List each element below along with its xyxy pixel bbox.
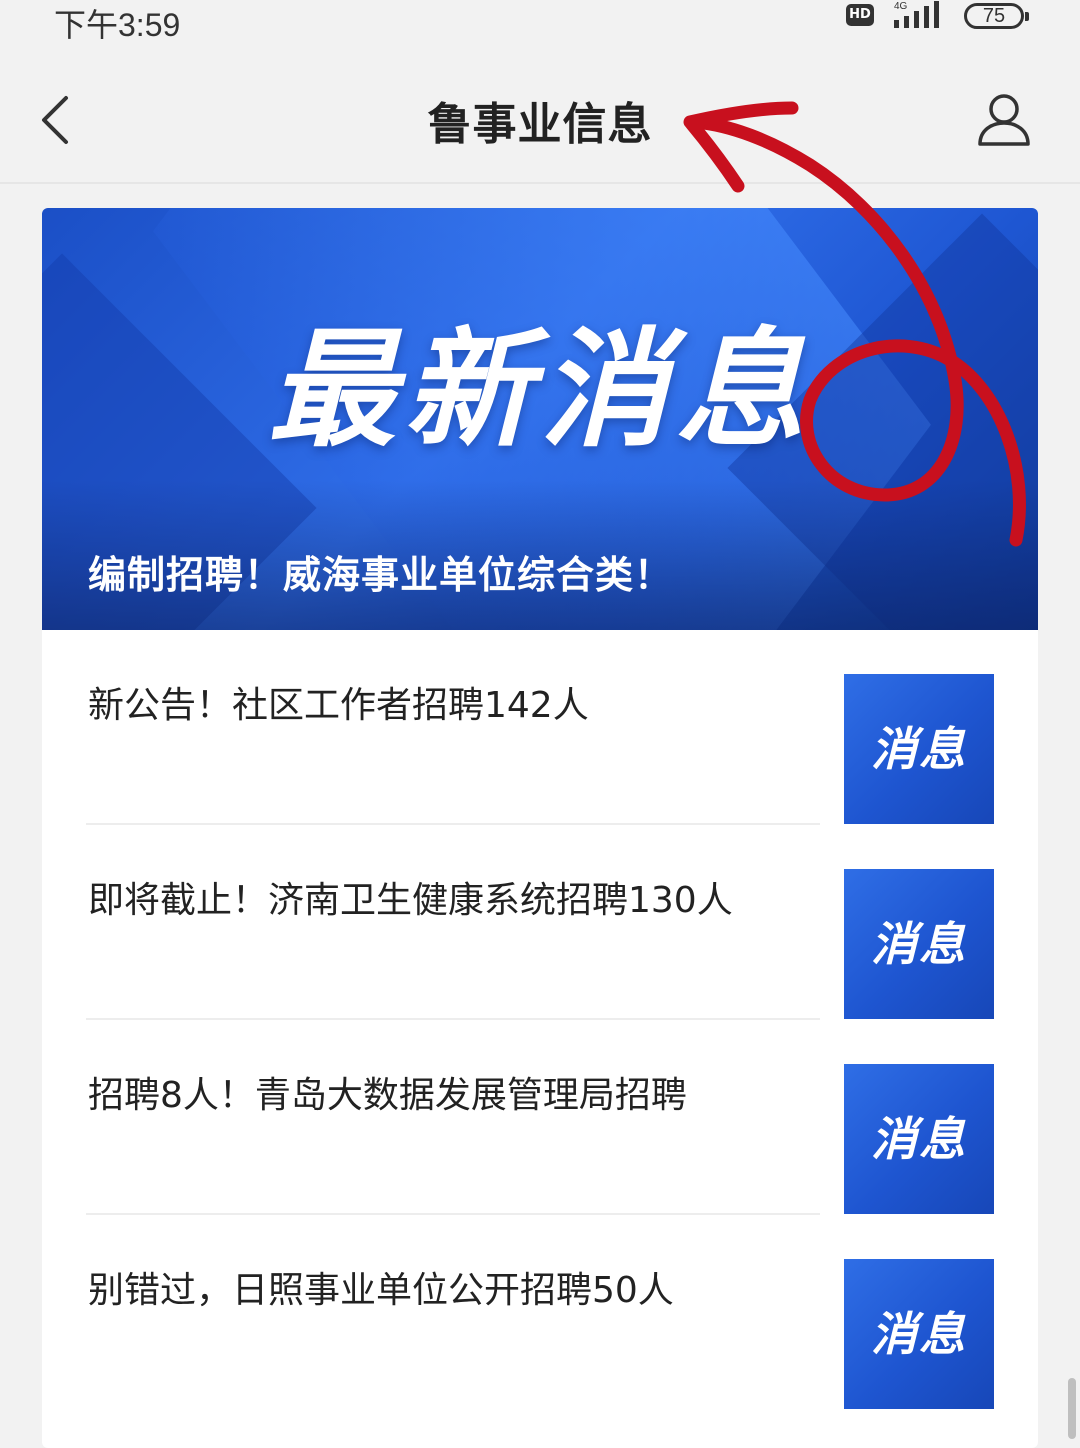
article-thumbnail: 消息	[844, 1064, 994, 1214]
content-card: 最新消息 编制招聘！威海事业单位综合类！ 新公告！社区工作者招聘142人 消息 …	[42, 208, 1038, 1448]
banner-caption: 编制招聘！威海事业单位综合类！	[88, 553, 674, 597]
featured-banner[interactable]: 最新消息 编制招聘！威海事业单位综合类！	[42, 208, 1038, 630]
article-thumbnail: 消息	[844, 1259, 994, 1409]
list-item[interactable]: 新公告！社区工作者招聘142人 消息	[42, 630, 1038, 825]
list-item[interactable]: 招聘8人！青岛大数据发展管理局招聘 消息	[42, 1020, 1038, 1215]
status-bar: 下午3:59 HD 4G 75	[0, 0, 1080, 46]
article-thumbnail: 消息	[844, 674, 994, 824]
nav-bar: 鲁事业信息	[0, 60, 1080, 184]
status-time: 下午3:59	[54, 7, 181, 43]
scrollbar[interactable]	[1068, 1378, 1076, 1439]
hd-icon: HD	[846, 4, 874, 26]
article-title: 招聘8人！青岛大数据发展管理局招聘	[88, 1075, 687, 1116]
article-title: 新公告！社区工作者招聘142人	[88, 685, 589, 726]
list-item[interactable]: 即将截止！济南卫生健康系统招聘130人 消息	[42, 825, 1038, 1020]
user-profile-icon[interactable]	[974, 90, 1034, 150]
network-label: 4G	[894, 1, 908, 12]
page-title: 鲁事业信息	[427, 99, 653, 150]
list-item[interactable]: 别错过，日照事业单位公开招聘50人 消息	[42, 1215, 1038, 1410]
article-title: 别错过，日照事业单位公开招聘50人	[88, 1270, 674, 1311]
banner-heading: 最新消息	[267, 316, 812, 465]
battery-icon: 75	[964, 3, 1029, 29]
article-thumbnail: 消息	[844, 869, 994, 1019]
signal-icon: 4G	[894, 1, 939, 28]
article-title: 即将截止！济南卫生健康系统招聘130人	[88, 880, 733, 921]
